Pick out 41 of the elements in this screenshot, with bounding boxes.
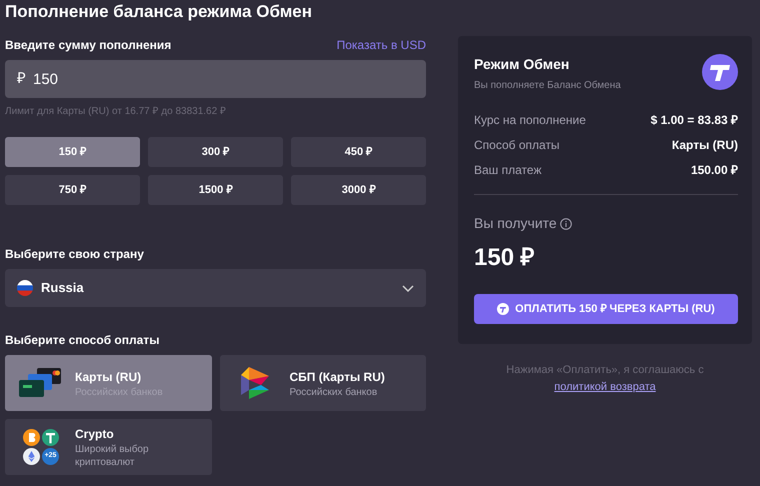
receive-label: Вы получите: [474, 214, 557, 233]
tether-icon: [42, 429, 59, 446]
row-label: Курс на пополнение: [474, 112, 586, 129]
chevron-down-icon: [402, 284, 414, 292]
logo-icon: [497, 303, 510, 315]
amount-preset-button[interactable]: 1500 ₽: [148, 175, 283, 205]
page-title: Пополнение баланса режима Обмен: [5, 1, 314, 23]
amount-preset-button[interactable]: 150 ₽: [5, 137, 140, 167]
logo-icon: [702, 54, 738, 90]
row-value: $ 1.00 = 83.83 ₽: [650, 112, 738, 129]
method-name: СБП (Карты RU): [290, 368, 385, 386]
limit-text: Лимит для Карты (RU) от 16.77 ₽ до 83831.62 ₽: [5, 105, 227, 119]
method-name: Карты (RU): [75, 368, 142, 386]
bitcoin-icon: [23, 429, 40, 446]
row-value: Карты (RU): [672, 137, 738, 154]
terms-text: Нажимая «Оплатить», я соглашаюсь с политикой возврата: [505, 363, 705, 394]
ethereum-icon: [23, 448, 40, 465]
flag-icon: [17, 280, 33, 296]
receive-amount: 150 ₽: [474, 243, 536, 273]
payment-method-option[interactable]: СБП (Карты RU) Российских банков: [220, 355, 426, 411]
amount-preset-button[interactable]: 450 ₽: [291, 137, 426, 167]
field-label: Выберите свою страну: [5, 246, 145, 263]
amount-preset-button[interactable]: 300 ₽: [148, 137, 283, 167]
pay-button[interactable]: ОПЛАТИТЬ 150 ₽ ЧЕРЕЗ КАРТЫ (RU): [474, 294, 738, 324]
info-icon[interactable]: [560, 218, 572, 230]
refund-policy-link[interactable]: политикой возврата: [554, 380, 656, 392]
method-description: Широкий выбор криптовалют: [75, 443, 150, 469]
amount-preset-button[interactable]: 750 ₽: [5, 175, 140, 205]
method-name: Crypto: [75, 426, 115, 443]
row-value: 150.00 ₽: [690, 162, 738, 179]
row-label: Способ оплаты: [474, 137, 560, 154]
usd-toggle-link[interactable]: Показать в USD: [336, 36, 426, 54]
field-label: Выберите способ оплаты: [5, 332, 160, 349]
currency-sign: ₽: [17, 70, 26, 88]
panel-title: Режим Обмен: [474, 55, 570, 74]
method-description: Российских банков: [290, 386, 378, 398]
country-select[interactable]: Russia: [5, 269, 426, 307]
amount-preset-button[interactable]: 3000 ₽: [291, 175, 426, 205]
field-label: Введите сумму пополнения: [5, 37, 172, 54]
panel-subtitle: Вы пополняете Баланс Обмена: [474, 79, 621, 93]
row-label: Ваш платеж: [474, 162, 542, 179]
